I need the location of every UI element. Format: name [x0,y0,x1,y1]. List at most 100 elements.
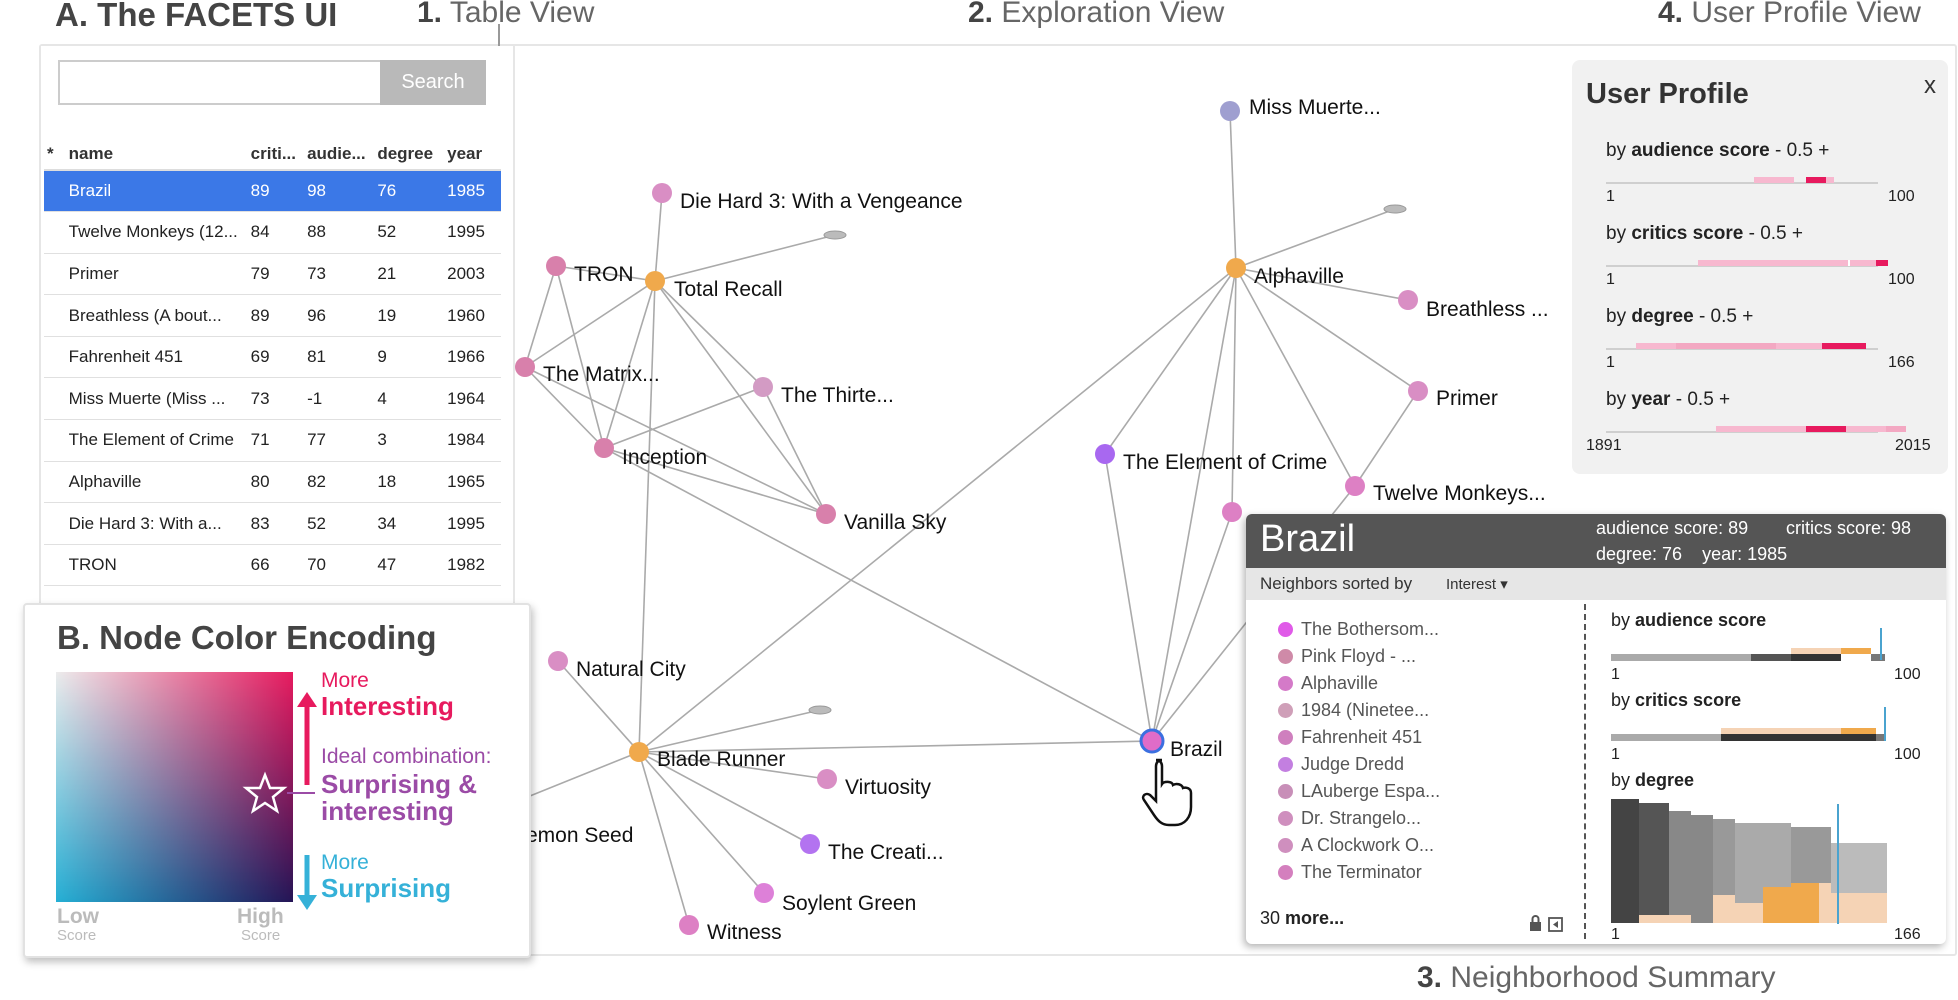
neighbor-list-item[interactable]: Fahrenheit 451 [1278,724,1440,751]
neighbor-list-item[interactable]: Alphaville [1278,670,1440,697]
neighbor-list-item[interactable]: Judge Dredd [1278,751,1440,778]
graph-node-label[interactable]: Miss Muerte... [1249,96,1381,120]
profile-preference-bar[interactable] [1776,343,1822,349]
lock-icon[interactable] [1530,915,1541,931]
graph-node-label[interactable]: The Creati... [828,841,944,865]
graph-node-label[interactable]: Natural City [576,658,686,682]
close-icon[interactable]: x [1924,72,1936,100]
neighbor-list-item[interactable]: 1984 (Ninetee... [1278,697,1440,724]
profile-preference-bar[interactable] [1822,343,1866,349]
graph-node[interactable] [1095,444,1115,464]
profile-preference-bar[interactable] [1846,426,1886,432]
graph-node-label[interactable]: Vanilla Sky [844,511,946,535]
table-row[interactable]: Brazil 89 98 76 1985 [44,170,501,213]
graph-node[interactable] [1222,502,1242,522]
graph-node-label[interactable]: The Thirte... [781,384,894,408]
graph-node[interactable] [594,438,614,458]
profile-preference-bar[interactable] [1698,260,1848,266]
graph-node-label[interactable]: The Matrix... [543,363,660,387]
profile-preference-bar[interactable] [1850,260,1878,266]
table-row[interactable]: Twelve Monkeys (12... 84 88 52 1995 [44,211,501,254]
table-row[interactable]: Breathless (A bout... 89 96 19 1960 [44,294,501,337]
graph-node-label[interactable]: Brazil [1170,738,1223,762]
table-row[interactable]: TRON 66 70 47 1982 [44,544,501,587]
graph-node[interactable] [817,769,837,789]
column-header[interactable]: name [65,138,248,171]
profile-preference-bar[interactable] [1676,343,1776,349]
graph-node[interactable] [645,271,665,291]
table-row[interactable]: Die Hard 3: With a... 83 52 34 1995 [44,502,501,545]
graph-node-label[interactable]: Die Hard 3: With a Vengeance [680,190,963,214]
neighbor-list-item[interactable]: Pink Floyd - ... [1278,643,1440,670]
neighbor-list-item[interactable]: A Clockwork O... [1278,832,1440,859]
profile-preference-bar[interactable] [1806,177,1826,183]
neighbor-list-item[interactable]: Dr. Strangelo... [1278,805,1440,832]
neighbor-list-item[interactable]: The Terminator [1278,859,1440,886]
graph-node[interactable] [1139,728,1165,754]
table-cell [44,502,66,545]
neighbor-list-item[interactable]: LAuberge Espa... [1278,778,1440,805]
graph-node-label[interactable]: Blade Runner [657,748,785,772]
column-header[interactable]: degree [374,138,445,171]
collapse-icon[interactable] [1548,917,1563,932]
graph-node[interactable] [652,183,672,203]
graph-node[interactable] [679,915,699,935]
graph-node[interactable] [548,651,568,671]
more-neighbors-link[interactable]: 30 more... [1260,908,1344,929]
graph-node-label[interactable]: The Element of Crime [1123,451,1327,475]
neighbor-list-item[interactable]: The Bothersom... [1278,616,1440,643]
collapsed-node-stub[interactable] [1383,204,1407,214]
profile-row-label[interactable]: by audience score - 0.5 + [1606,140,1829,162]
column-header[interactable]: audie... [304,138,375,171]
profile-preference-bar[interactable] [1876,260,1888,266]
table-row[interactable]: The Element of Crime 71 77 3 1984 [44,419,501,462]
search-input[interactable] [58,60,380,105]
graph-node-label[interactable]: Inception [622,446,707,470]
graph-node[interactable] [515,357,535,377]
sort-dropdown[interactable]: Interest ▾ [1446,575,1508,593]
graph-node-label[interactable]: Alphaville [1254,265,1344,289]
graph-node[interactable] [629,742,649,762]
graph-node-label[interactable]: Soylent Green [782,892,916,916]
profile-preference-bar[interactable] [1716,426,1806,432]
graph-node-label[interactable]: emon Seed [526,824,633,848]
graph-node-label[interactable]: TRON [574,263,634,287]
table-row[interactable]: Fahrenheit 451 69 81 9 1966 [44,336,501,379]
graph-node[interactable] [1226,258,1246,278]
table-row[interactable]: Primer 79 73 21 2003 [44,253,501,296]
graph-node[interactable] [1398,290,1418,310]
graph-node[interactable] [800,834,820,854]
graph-node[interactable] [1220,101,1240,121]
graph-node[interactable] [754,883,774,903]
neighbor-bin [1735,903,1763,923]
graph-node-label[interactable]: Twelve Monkeys... [1373,482,1546,506]
search-button[interactable]: Search [380,60,486,105]
table-row[interactable]: Alphaville 80 82 18 1965 [44,461,501,504]
graph-node[interactable] [816,504,836,524]
graph-node-label[interactable]: Primer [1436,387,1498,411]
table-row[interactable]: Miss Muerte (Miss ... 73 -1 4 1964 [44,377,501,421]
table-cell: 1964 [444,377,501,421]
collapsed-node-stub[interactable] [823,230,847,240]
profile-row-label[interactable]: by year - 0.5 + [1606,389,1730,411]
graph-node[interactable] [546,256,566,276]
collapsed-node-stub[interactable] [808,705,832,715]
profile-preference-bar[interactable] [1886,426,1906,432]
graph-node-label[interactable]: Breathless ... [1426,298,1549,322]
column-header[interactable]: * [44,138,66,171]
profile-row-label[interactable]: by degree - 0.5 + [1606,306,1753,328]
graph-node-label[interactable]: Witness [707,921,782,945]
column-header[interactable]: criti... [247,138,305,171]
profile-preference-bar[interactable] [1754,177,1794,183]
graph-node-label[interactable]: Virtuosity [845,776,931,800]
graph-node-label[interactable]: Total Recall [674,278,783,302]
graph-node[interactable] [1345,476,1365,496]
profile-preference-bar[interactable] [1636,343,1676,349]
profile-preference-bar[interactable] [1806,426,1846,432]
graph-node[interactable] [753,377,773,397]
table-view-panel: Search * name criti... audie... degree year B… [41,46,515,606]
graph-node[interactable] [1408,381,1428,401]
column-header[interactable]: year [444,138,501,171]
profile-preference-bar[interactable] [1826,177,1834,183]
profile-row-label[interactable]: by critics score - 0.5 + [1606,223,1803,245]
